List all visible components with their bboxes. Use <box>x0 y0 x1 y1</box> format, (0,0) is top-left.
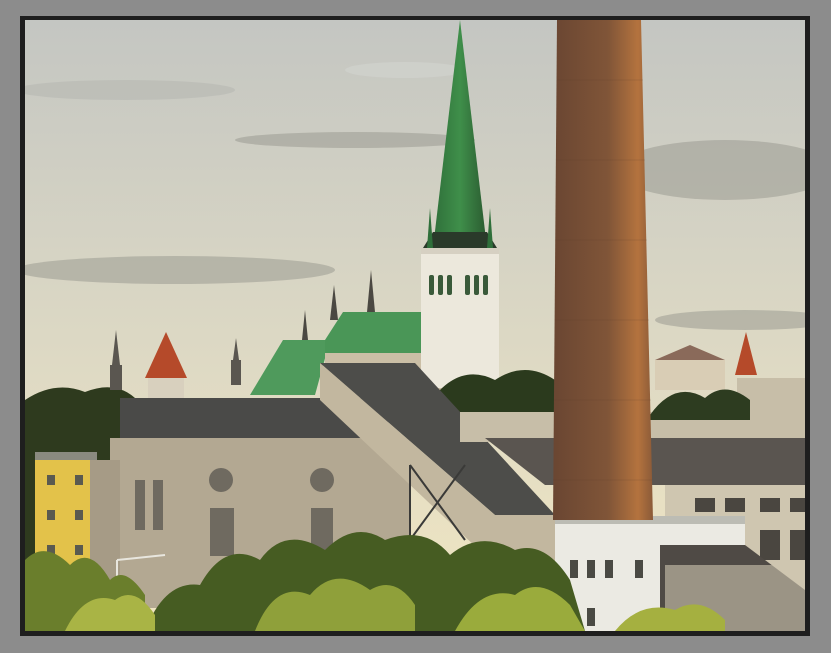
picture-frame <box>0 0 831 653</box>
skyline-scene <box>25 20 805 631</box>
church-tower <box>421 248 499 388</box>
photo <box>25 20 805 631</box>
chimney <box>553 20 653 520</box>
